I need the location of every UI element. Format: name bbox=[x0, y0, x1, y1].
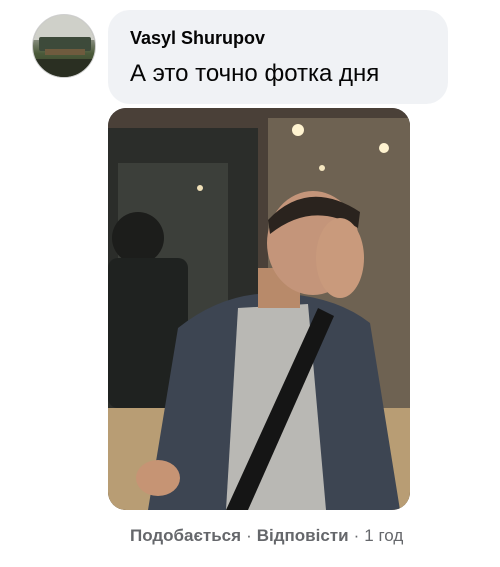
ceiling-light bbox=[319, 165, 325, 171]
separator: · bbox=[353, 526, 360, 545]
reply-button[interactable]: Відповісти bbox=[257, 526, 349, 545]
ceiling-light bbox=[379, 143, 389, 153]
ceiling-light bbox=[292, 124, 304, 136]
ceiling-light bbox=[197, 185, 203, 191]
hand-on-face bbox=[316, 218, 364, 298]
comment-author-name[interactable]: Vasyl Shurupov bbox=[130, 28, 265, 49]
like-button[interactable]: Подобається bbox=[130, 526, 241, 545]
avatar-track bbox=[33, 59, 95, 77]
author-avatar[interactable] bbox=[32, 14, 96, 78]
avatar-train-base bbox=[45, 49, 85, 55]
comment-bubble: Vasyl Shurupov А это точно фотка дня bbox=[108, 10, 448, 104]
separator: · bbox=[246, 526, 252, 545]
comment-photo[interactable] bbox=[108, 108, 410, 510]
left-hand bbox=[136, 460, 180, 496]
reflection-head bbox=[112, 212, 164, 264]
comment-actions-bar: Подобається · Відповісти · 1 год bbox=[130, 526, 403, 550]
comment-text: А это точно фотка дня bbox=[130, 60, 380, 87]
comment-timestamp[interactable]: 1 год bbox=[364, 526, 403, 545]
photo-illustration bbox=[108, 108, 410, 510]
